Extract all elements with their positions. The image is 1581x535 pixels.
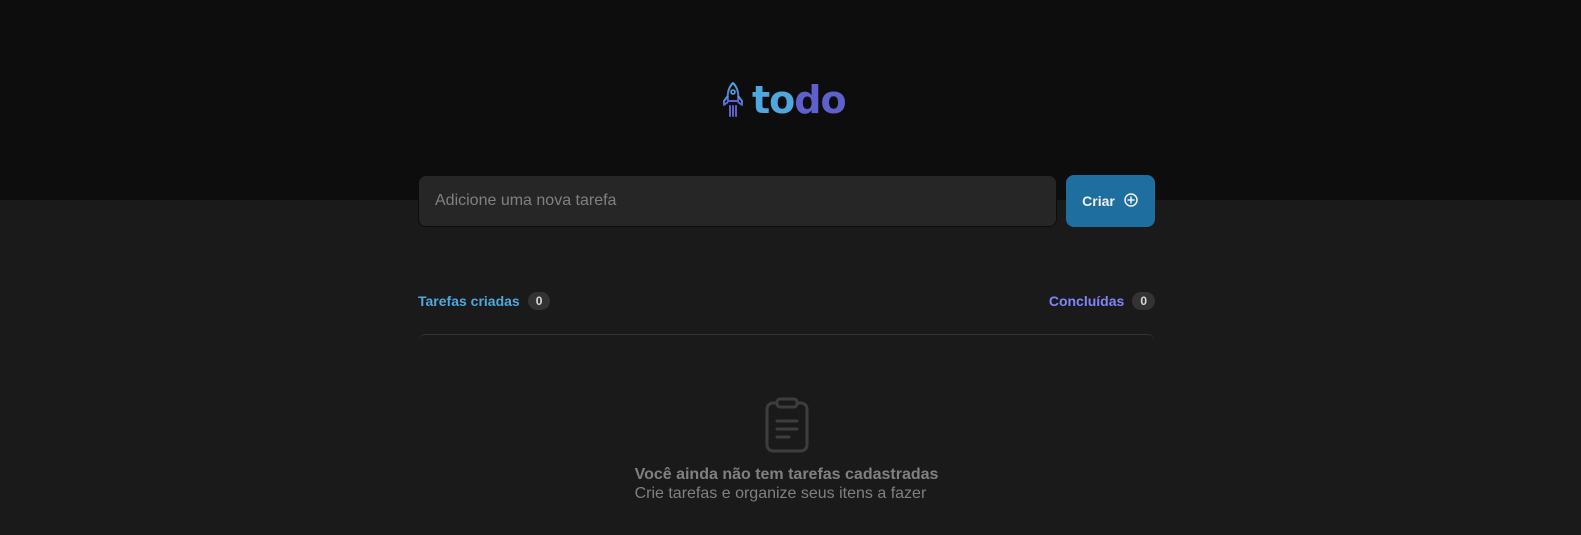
done-label: Concluídas	[1048, 293, 1125, 309]
logo-text-to: to	[752, 78, 795, 122]
create-button[interactable]: Criar	[1066, 175, 1155, 227]
app-header: todo	[0, 0, 1581, 200]
created-count-badge: 0	[527, 292, 551, 310]
done-counter: Concluídas 0	[1049, 292, 1155, 310]
create-button-label: Criar	[1082, 193, 1115, 209]
empty-state-subtitle: Crie tarefas e organize seus itens a faz…	[634, 485, 927, 502]
clipboard-icon	[759, 397, 815, 453]
plus-circle-icon	[1123, 192, 1139, 211]
task-counters: Tarefas criadas 0 Concluídas 0	[418, 290, 1155, 312]
created-label: Tarefas criadas	[418, 293, 520, 309]
logo-text: todo	[752, 78, 847, 122]
done-count-badge: 0	[1132, 292, 1155, 310]
app-logo: todo	[720, 78, 847, 122]
empty-state-text: Você ainda não tem tarefas cadastradas C…	[635, 465, 939, 503]
empty-state-title: Você ainda não tem tarefas cadastradas	[634, 466, 939, 483]
rocket-icon	[720, 80, 746, 120]
new-task-form: Criar	[418, 175, 1155, 227]
created-counter: Tarefas criadas 0	[418, 292, 551, 310]
empty-state: Você ainda não tem tarefas cadastradas C…	[418, 397, 1155, 503]
new-task-input[interactable]	[418, 175, 1057, 227]
logo-text-do: do	[794, 78, 846, 122]
